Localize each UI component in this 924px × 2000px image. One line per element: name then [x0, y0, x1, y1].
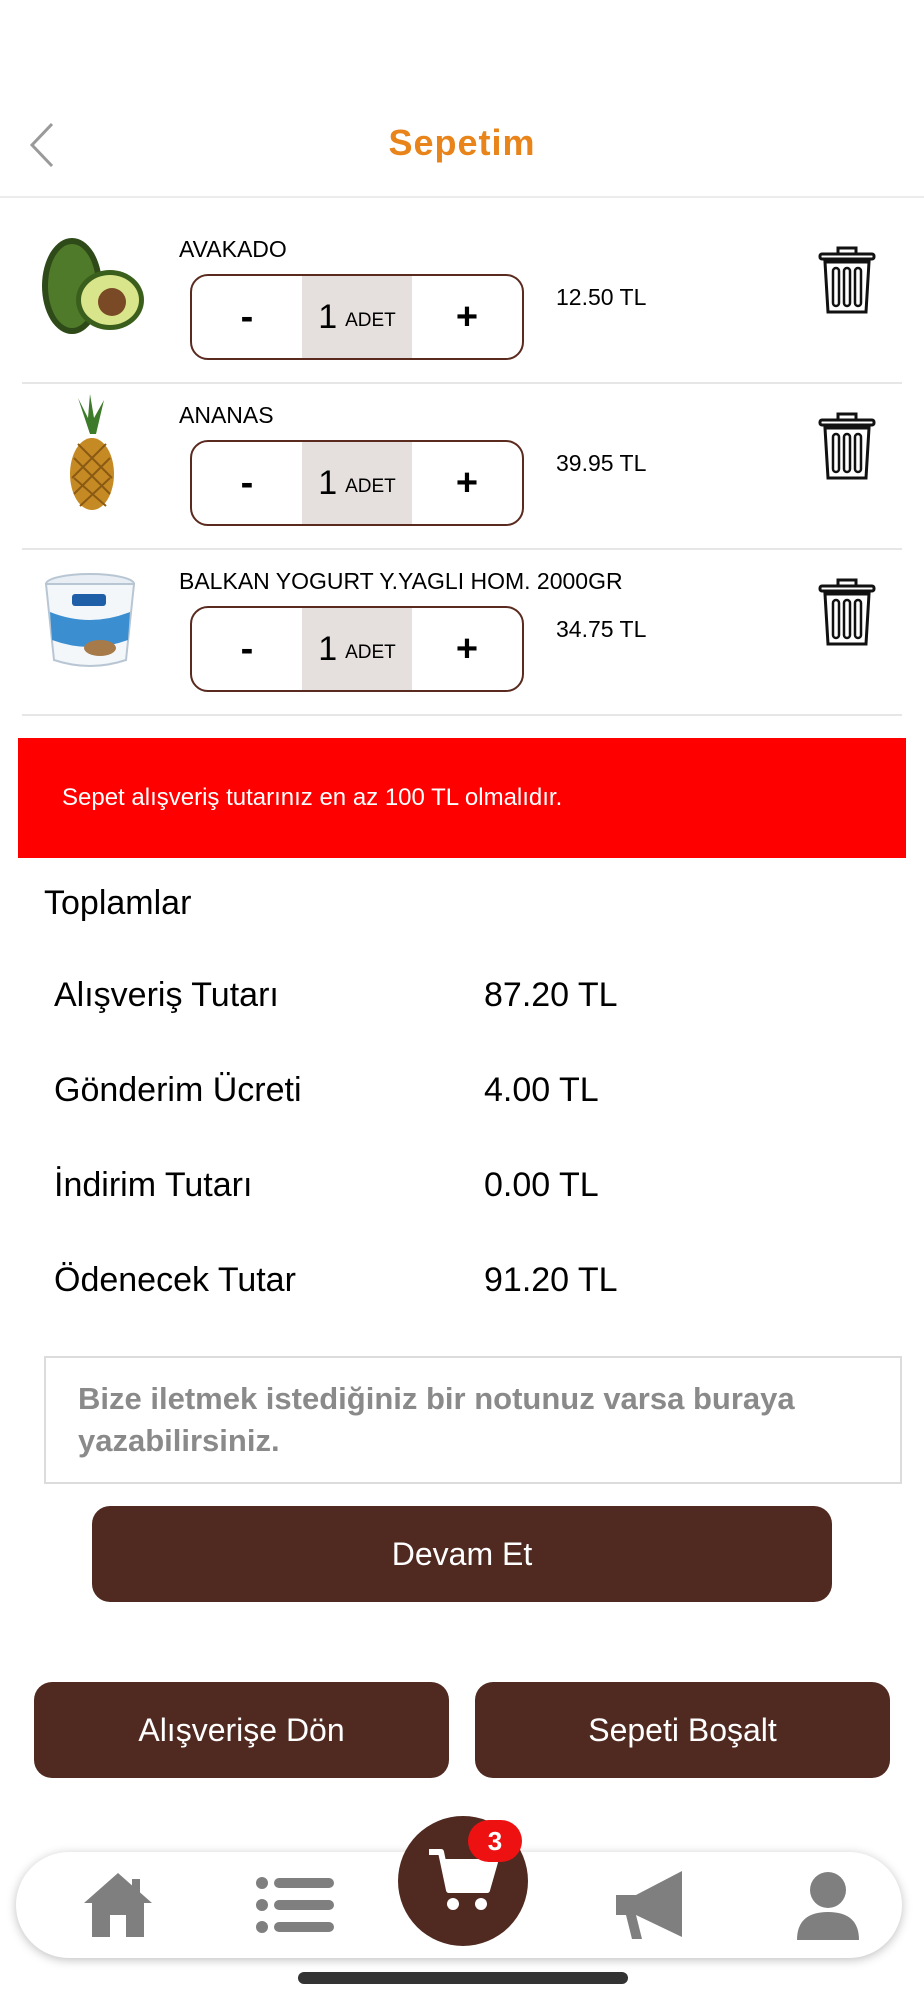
- totals-label: İndirim Tutarı: [54, 1166, 253, 1204]
- continue-button[interactable]: Devam Et: [92, 1506, 832, 1602]
- product-name: ANANAS: [179, 402, 274, 428]
- pineapple-image: [70, 394, 114, 510]
- trash-icon: [818, 246, 876, 314]
- totals-value: 87.20 TL: [484, 976, 618, 1014]
- quantity-display: 1 ADET: [302, 276, 412, 358]
- order-note-input[interactable]: Bize iletmek istediğiniz bir notunuz var…: [44, 1356, 902, 1484]
- list-icon: [256, 1877, 334, 1933]
- user-icon: [797, 1872, 859, 1940]
- quantity-unit: ADET: [345, 476, 396, 497]
- delete-button[interactable]: [818, 412, 876, 482]
- decrease-button[interactable]: -: [192, 442, 302, 524]
- totals-value: 4.00 TL: [484, 1071, 599, 1109]
- totals-label: Alışveriş Tutarı: [54, 976, 279, 1014]
- totals-row: İndirim Tutarı 0.00 TL: [54, 1166, 854, 1216]
- quantity-stepper: - 1 ADET +: [190, 606, 524, 692]
- home-icon: [84, 1873, 152, 1937]
- totals-label: Gönderim Ücreti: [54, 1071, 302, 1109]
- back-to-shopping-button[interactable]: Alışverişe Dön: [34, 1682, 449, 1778]
- increase-button[interactable]: +: [412, 608, 522, 690]
- decrease-button[interactable]: -: [192, 608, 302, 690]
- quantity-unit: ADET: [345, 310, 396, 331]
- increase-button[interactable]: +: [412, 276, 522, 358]
- totals-value: 91.20 TL: [484, 1261, 618, 1299]
- avocado-image: [42, 238, 144, 334]
- empty-cart-button[interactable]: Sepeti Boşalt: [475, 1682, 890, 1778]
- cart-item: BALKAN YOGURT Y.YAGLI HOM. 2000GR - 1 AD…: [22, 550, 902, 716]
- home-indicator: [298, 1972, 628, 1984]
- increase-button[interactable]: +: [412, 442, 522, 524]
- totals-heading: Toplamlar: [44, 884, 192, 922]
- product-price: 12.50 TL: [556, 284, 647, 310]
- totals-value: 0.00 TL: [484, 1166, 599, 1204]
- trash-icon: [818, 578, 876, 646]
- yogurt-image: [44, 573, 136, 667]
- delete-button[interactable]: [818, 578, 876, 648]
- trash-icon: [818, 412, 876, 480]
- quantity-value: 1: [318, 297, 338, 336]
- warning-text: Sepet alışveriş tutarınız en az 100 TL o…: [62, 784, 563, 811]
- tab-categories[interactable]: [236, 1852, 356, 1958]
- totals-row: Alışveriş Tutarı 87.20 TL: [54, 976, 854, 1026]
- tab-campaigns[interactable]: [592, 1852, 712, 1958]
- cart-item: AVAKADO - 1 ADET + 12.50 TL: [22, 218, 902, 384]
- megaphone-icon: [616, 1871, 682, 1939]
- quantity-display: 1 ADET: [302, 608, 412, 690]
- tab-home[interactable]: [58, 1852, 178, 1958]
- decrease-button[interactable]: -: [192, 276, 302, 358]
- delete-button[interactable]: [818, 246, 876, 316]
- page-title: Sepetim: [388, 122, 536, 163]
- product-name: BALKAN YOGURT Y.YAGLI HOM. 2000GR: [179, 568, 623, 594]
- product-price: 39.95 TL: [556, 450, 647, 476]
- quantity-stepper: - 1 ADET +: [190, 440, 524, 526]
- minimum-order-warning: Sepet alışveriş tutarınız en az 100 TL o…: [18, 738, 906, 858]
- totals-label: Ödenecek Tutar: [54, 1261, 296, 1299]
- quantity-value: 1: [318, 463, 338, 502]
- totals-row: Gönderim Ücreti 4.00 TL: [54, 1071, 854, 1121]
- product-name: AVAKADO: [179, 236, 287, 262]
- tab-account[interactable]: [768, 1852, 888, 1958]
- quantity-unit: ADET: [345, 642, 396, 663]
- quantity-value: 1: [318, 629, 338, 668]
- product-price: 34.75 TL: [556, 616, 647, 642]
- totals-row: Ödenecek Tutar 91.20 TL: [54, 1261, 854, 1311]
- quantity-display: 1 ADET: [302, 442, 412, 524]
- cart-count-badge: 3: [468, 1820, 522, 1862]
- cart-item: ANANAS - 1 ADET + 39.95 TL: [22, 384, 902, 550]
- top-bar: Sepetim: [0, 0, 924, 198]
- quantity-stepper: - 1 ADET +: [190, 274, 524, 360]
